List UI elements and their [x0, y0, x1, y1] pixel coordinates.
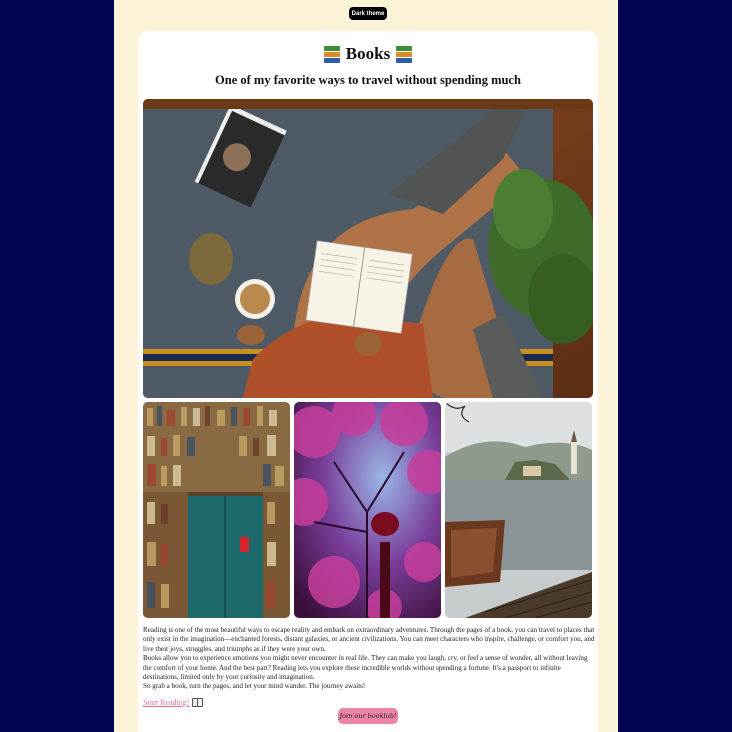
- content-card: Books One of my favorite ways to travel …: [138, 31, 598, 732]
- reading-flatlay-photo: [143, 99, 593, 398]
- start-reading-link[interactable]: Start Reading!: [143, 698, 204, 707]
- page-subtitle: One of my favorite ways to travel withou…: [215, 73, 521, 87]
- paragraph: So grab a book, turn the pages, and let …: [143, 682, 366, 691]
- pink-tree-lamp-photo: [294, 402, 441, 618]
- join-booklub-button[interactable]: Join our booklub!: [338, 708, 398, 724]
- books-icon: [396, 45, 413, 63]
- hero-image: [143, 99, 593, 398]
- start-reading-label: Start Reading!: [143, 698, 190, 707]
- lake-castle-boat-photo: [445, 402, 592, 618]
- thumb-image: [445, 402, 592, 618]
- paragraph: Books allow you to experience emotions y…: [143, 654, 588, 682]
- page-panel: Dark theme Books One of my favorite ways…: [114, 0, 618, 732]
- title-text: Books: [345, 44, 391, 63]
- paragraph: Reading is one of the most beautiful way…: [143, 626, 595, 653]
- bookshelf-door-photo: [143, 402, 290, 618]
- open-book-icon: [192, 698, 204, 707]
- thumb-image: [143, 402, 290, 618]
- page-title: Books: [138, 44, 598, 64]
- thumb-image: [294, 402, 441, 618]
- books-icon: [323, 45, 340, 63]
- body-text: Reading is one of the most beautiful way…: [143, 626, 595, 692]
- dark-theme-button[interactable]: Dark theme: [349, 7, 387, 20]
